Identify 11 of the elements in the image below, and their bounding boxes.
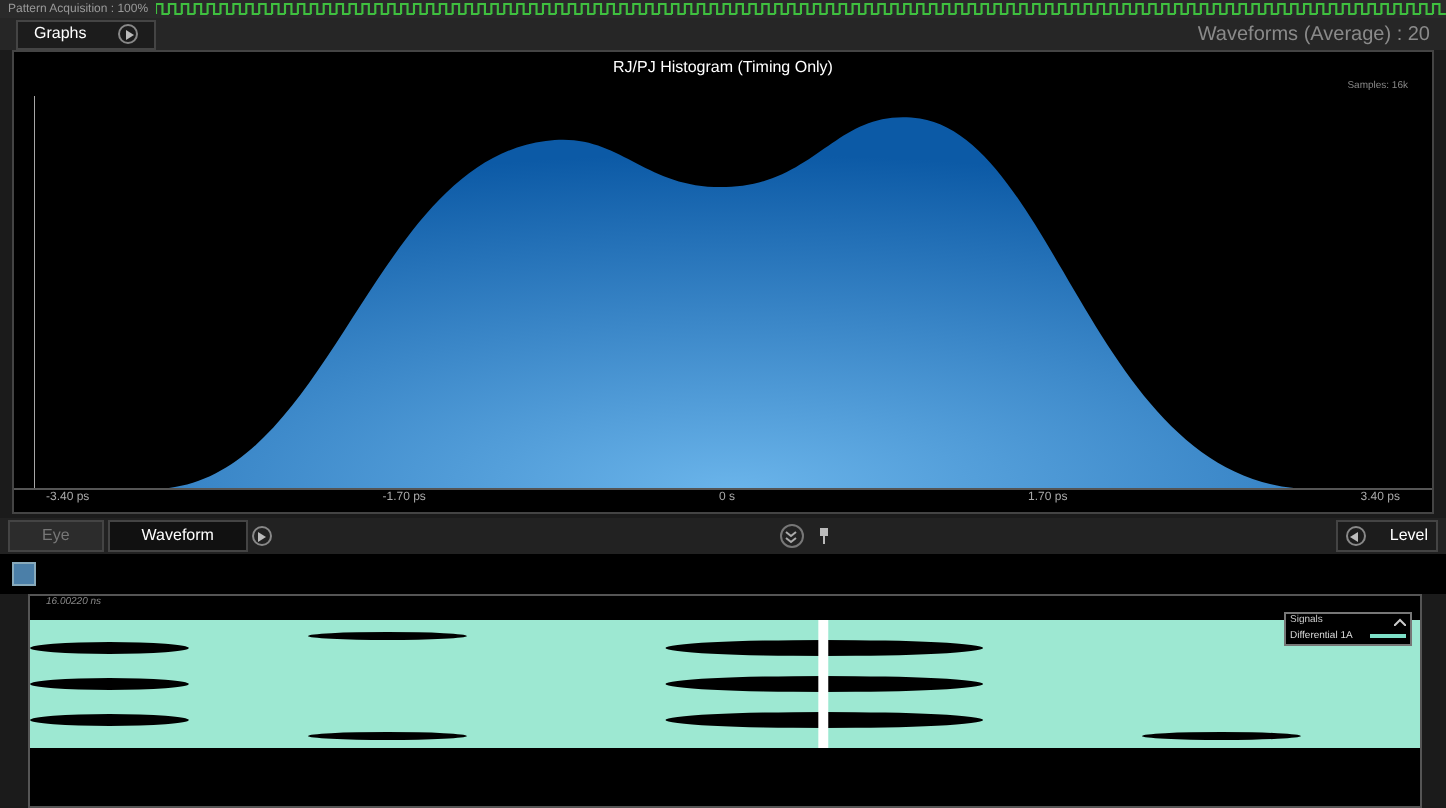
chevron-up-icon[interactable] <box>1394 617 1406 626</box>
level-tab[interactable]: Level <box>1335 520 1438 552</box>
pin-icon[interactable] <box>819 528 828 544</box>
play-icon[interactable] <box>251 526 272 546</box>
collapse-icon[interactable] <box>779 524 804 548</box>
graphs-tab[interactable]: Graphs <box>16 19 157 49</box>
view-tab[interactable]: Waveform <box>107 520 248 552</box>
back-icon <box>1345 526 1366 546</box>
waveform-count: Waveforms (Average) : 20 <box>1197 21 1430 49</box>
play-icon <box>118 24 139 44</box>
chart-title: RJ/PJ Histogram (Timing Only) <box>611 56 835 80</box>
